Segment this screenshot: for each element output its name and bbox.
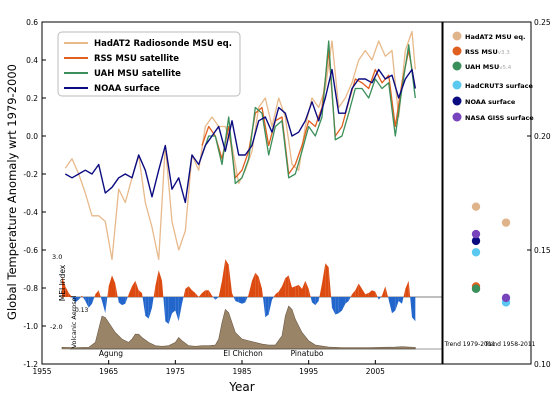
mei-positive-segment	[325, 263, 329, 297]
volcanic-axis-label: Volcanic Aerosol	[70, 295, 78, 348]
x-tick-label: 1995	[299, 367, 318, 376]
x-axis-label: Year	[228, 380, 254, 394]
mei-positive-segment	[205, 290, 209, 297]
mei-negative-segment	[145, 297, 149, 319]
mei-negative-segment	[165, 297, 169, 324]
trend-legend-label-rss-version: v3.3	[498, 50, 511, 56]
legend-label-rss: RSS MSU satellite	[94, 54, 179, 64]
annotation-pinatubo: Pinatubo	[291, 349, 324, 358]
mei-axis-label: MEI Index	[58, 264, 67, 301]
x-tick-label: 1965	[99, 367, 118, 376]
mei-negative-segment	[335, 297, 339, 315]
y-tick-label: 0.0	[26, 132, 38, 141]
trend-point-5-0	[471, 229, 481, 239]
trend-legend-label-hadat2: HadAT2 MSU eq.	[465, 33, 525, 41]
trend-legend-marker-uah	[452, 61, 462, 71]
legend: HadAT2 Radiosonde MSU eq. RSS MSU satell…	[57, 31, 241, 97]
trend-point-5-1	[501, 293, 511, 303]
mei-positive-segment	[285, 275, 289, 297]
x-tick-label: 1955	[32, 367, 51, 376]
trend-legend-label-uah-version: v5.4	[499, 65, 512, 71]
mei-negative-segment	[172, 297, 176, 314]
trend-legend-label-noaa: NOAA surface	[465, 98, 516, 106]
y-tick-label: -0.4	[23, 208, 38, 217]
y-tick-label: -1.0	[23, 322, 38, 331]
trend-legend-marker-hadcrut3	[452, 80, 462, 90]
legend-label-hadat2: HadAT2 Radiosonde MSU eq.	[94, 39, 232, 49]
trend-legend-label-rss-name: RSS MSU	[465, 48, 498, 56]
trend-legend-label-hadcrut3: HadCRUT3 surface	[465, 82, 534, 90]
mei-positive-segment	[255, 272, 259, 297]
mei-positive-segment	[292, 286, 296, 297]
trend-y-tick-label: 0.15	[534, 246, 551, 255]
mei-negative-segment	[392, 297, 396, 314]
trend-point-0-0	[471, 202, 481, 211]
trend-legend-label-rss: RSS MSUv3.3	[465, 48, 510, 56]
mei-positive-segment	[225, 259, 229, 297]
mei-negative-segment	[265, 297, 269, 318]
trend-category-label-2: Trend 1958-2011	[483, 341, 535, 348]
annotation-agung: Agung	[99, 349, 123, 358]
mei-negative-segment	[412, 297, 416, 322]
y-axis-label: Global Temperature Anomaly wrt 1979-2000	[5, 64, 19, 320]
trend-category-2: Trend 1958-2011	[483, 341, 535, 348]
mei-positive-segment	[295, 284, 299, 297]
mei-negative-segment	[338, 297, 342, 314]
trend-y-tick-label: 0.20	[534, 132, 551, 141]
y-tick-label: -0.2	[23, 170, 38, 179]
trend-legend-label-uah: UAH MSUv5.4	[465, 63, 512, 71]
x-tick-label: 2005	[366, 367, 385, 376]
trend-legend-label-giss: NASA GISS surface	[465, 114, 534, 122]
trend-legend-label-uah-name: UAH MSU	[465, 63, 499, 71]
y-tick-label: 0.4	[26, 56, 38, 65]
trend-panel-frame	[442, 21, 532, 365]
trend-point-0-1	[501, 218, 511, 227]
trend-point-3-0	[471, 248, 481, 257]
y-tick-label: -0.6	[23, 246, 38, 255]
y-tick-label: 0.6	[26, 18, 38, 27]
mei-negative-segment	[122, 297, 126, 306]
x-tick-label: 1975	[166, 367, 185, 376]
trend-point-2-0	[471, 284, 481, 293]
trend-legend-marker-giss	[452, 112, 462, 122]
y-tick-label: 0.2	[26, 94, 38, 103]
volcanic-tick: 0.13	[75, 307, 89, 314]
annotation-el-chichon: El Chichon	[223, 349, 263, 358]
volcanic-axis-label-text: Volcanic Aerosol	[70, 295, 78, 348]
mei-tick-bottom: -2.0	[50, 323, 63, 331]
trend-y-tick-label: 0.10	[534, 360, 551, 369]
x-tick-label: 1985	[232, 367, 251, 376]
trend-legend-marker-hadat2	[452, 31, 462, 41]
legend-label-uah: UAH MSU satellite	[94, 69, 181, 79]
mei-tick-top: 3.0	[52, 253, 62, 261]
trend-legend-marker-noaa	[452, 96, 462, 106]
y-tick-label: -0.8	[23, 284, 38, 293]
trend-legend-marker-rss	[452, 46, 462, 56]
trend-y-tick-label: 0.25	[534, 18, 551, 27]
legend-label-noaa: NOAA surface	[94, 84, 160, 94]
figure: 0.60.40.20.0-0.2-0.4-0.6-0.8-1.0-1.21955…	[5, 18, 551, 394]
